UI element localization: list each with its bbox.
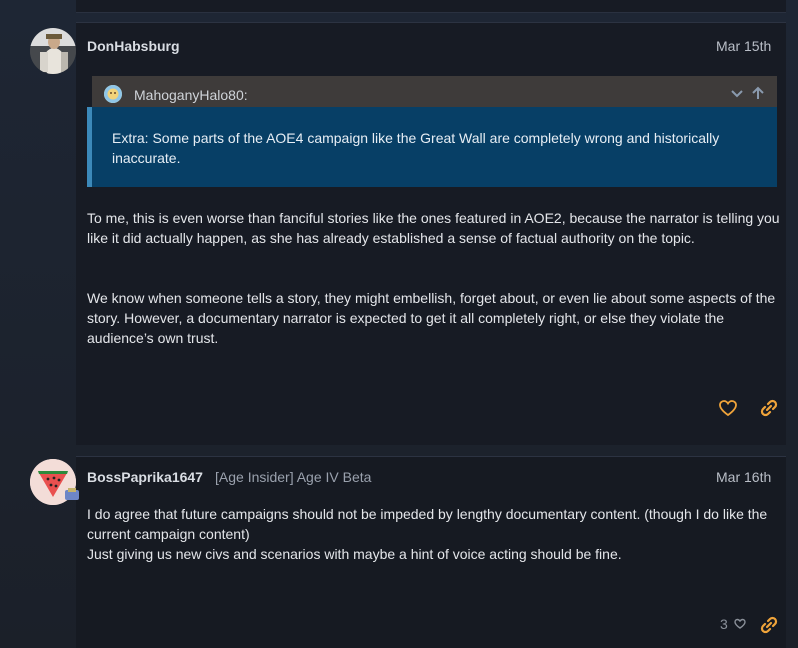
- user-title: [Age Insider] Age IV Beta: [215, 469, 372, 485]
- chevron-down-icon[interactable]: [731, 90, 743, 98]
- link-icon[interactable]: [758, 397, 780, 419]
- quote-controls: [730, 84, 770, 104]
- link-icon[interactable]: [758, 614, 780, 636]
- heart-icon[interactable]: [733, 616, 747, 632]
- previous-post-bottom: [76, 0, 786, 13]
- quote-author[interactable]: MahoganyHalo80:: [134, 87, 248, 103]
- post-date[interactable]: Mar 15th: [716, 38, 771, 54]
- arrow-up-icon[interactable]: [752, 86, 764, 99]
- avatar[interactable]: [30, 28, 76, 74]
- post-paragraph: To me, this is even worse than fanciful …: [87, 210, 780, 246]
- quote-avatar: [104, 85, 122, 103]
- post-date[interactable]: Mar 16th: [716, 469, 771, 485]
- quote-text: Extra: Some parts of the AOE4 campaign l…: [112, 130, 720, 166]
- username[interactable]: DonHabsburg: [87, 38, 180, 54]
- quote-avatar-image: [104, 85, 122, 103]
- heart-icon[interactable]: [717, 397, 739, 419]
- topic-page: DonHabsburg Mar 15th MahoganyHalo80: Ext…: [0, 0, 798, 648]
- like-count[interactable]: 3: [720, 616, 728, 632]
- username[interactable]: BossPaprika1647: [87, 469, 203, 485]
- post-paragraph: I do agree that future campaigns should …: [87, 506, 768, 542]
- avatar-image: [30, 28, 76, 74]
- flair-icon: [64, 487, 80, 501]
- post-paragraph: Just giving us new civs and scenarios wi…: [87, 546, 622, 562]
- post-paragraph: We know when someone tells a story, they…: [87, 290, 776, 346]
